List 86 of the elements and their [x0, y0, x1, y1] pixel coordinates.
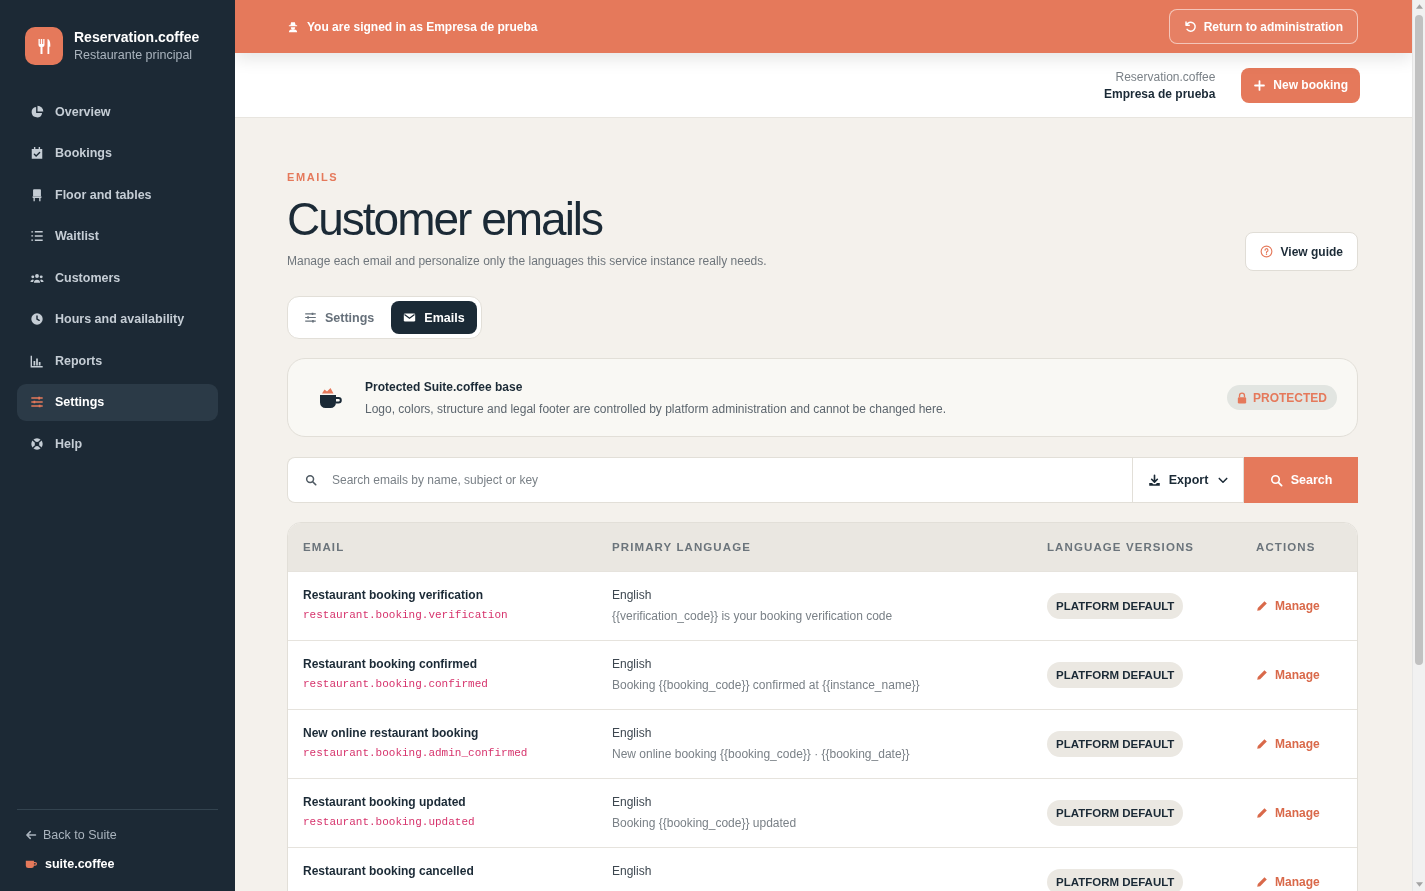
sidebar-item[interactable]: Customers [17, 259, 218, 296]
person-icon [287, 20, 299, 33]
version-badge: PLATFORM DEFAULT [1047, 593, 1184, 619]
pencil-icon [1256, 738, 1268, 750]
cup-icon [25, 859, 38, 869]
sidebar-item[interactable]: Help [17, 425, 218, 462]
back-link[interactable]: Back to Suite [17, 828, 117, 842]
search-field[interactable]: Search emails by name, subject or key [287, 457, 1132, 503]
scrollbar[interactable] [1412, 0, 1425, 891]
download-icon [1147, 473, 1161, 487]
view-guide-button[interactable]: View guide [1244, 232, 1358, 271]
pie-chart-icon [30, 104, 44, 119]
sidebar-item[interactable]: Settings [17, 383, 218, 421]
sliders-icon [30, 395, 44, 409]
pencil-icon [1256, 669, 1268, 681]
email-key: restaurant.booking.confirmed [303, 678, 488, 691]
email-subject: {{verification_code}} is your booking verification code [612, 609, 893, 623]
email-name: Restaurant booking cancelled [303, 864, 474, 878]
signed-in-message: You are signed in as Empresa de prueba [307, 19, 538, 34]
scroll-down-arrow-icon[interactable] [1415, 882, 1423, 887]
tab[interactable]: Emails [391, 301, 477, 334]
chevron-down-icon [1218, 476, 1229, 484]
undo-icon [1183, 20, 1197, 33]
plus-icon [1253, 78, 1267, 92]
version-badge: PLATFORM DEFAULT [1047, 662, 1184, 688]
export-button[interactable]: Export [1132, 457, 1244, 503]
page-title: Customer emails [287, 193, 603, 245]
column-header: ACTIONS [1256, 541, 1316, 553]
clock-icon [30, 312, 44, 326]
email-name: Restaurant booking verification [303, 588, 484, 602]
tab[interactable]: Settings [292, 301, 387, 334]
version-badge: PLATFORM DEFAULT [1047, 869, 1184, 891]
arrow-left-icon [25, 829, 37, 841]
language-name: English [612, 795, 652, 809]
email-name: Restaurant booking confirmed [303, 657, 478, 671]
pencil-icon [1256, 600, 1268, 612]
bar-chart-icon [30, 353, 44, 368]
sidebar-item[interactable]: Waitlist [17, 217, 218, 255]
email-key: restaurant.booking.admin_confirmed [303, 747, 528, 760]
language-name: English [612, 588, 652, 602]
page-subtitle: Manage each email and personalize only the languages this service instance really needs. [287, 253, 767, 269]
help-icon [1259, 245, 1273, 258]
column-header: LANGUAGE VERSIONS [1047, 541, 1195, 553]
search-icon [1269, 473, 1283, 487]
version-badge: PLATFORM DEFAULT [1047, 731, 1184, 757]
venue-name: Restaurante principal [74, 48, 193, 63]
lifebuoy-icon [30, 436, 44, 451]
lock-icon [1237, 391, 1247, 404]
sidebar-item[interactable]: Overview [17, 93, 218, 130]
pencil-icon [1256, 807, 1268, 819]
email-key: restaurant.booking.updated [303, 816, 475, 829]
app-name: Reservation.coffee [74, 29, 200, 46]
sliders-icon [304, 311, 317, 324]
protected-badge: PROTECTED [1227, 385, 1337, 410]
suite-link[interactable]: suite.coffee [17, 857, 115, 871]
sidebar-item[interactable]: Bookings [17, 134, 218, 172]
product-name: Reservation.coffee [1115, 69, 1216, 84]
language-name: English [612, 864, 652, 878]
section-label: EMAILS [287, 171, 339, 184]
version-badge: PLATFORM DEFAULT [1047, 800, 1184, 826]
search-icon [305, 474, 317, 486]
account-name: Empresa de prueba [1103, 86, 1216, 101]
scroll-up-arrow-icon[interactable] [1415, 4, 1423, 9]
scrollbar-thumb[interactable] [1415, 15, 1423, 665]
utensils-icon [25, 27, 63, 65]
calendar-icon [30, 146, 44, 160]
email-subject: Booking {{booking_code}} confirmed at {{instance_name}} [612, 678, 920, 692]
column-header: EMAIL [303, 541, 345, 553]
language-name: English [612, 657, 652, 671]
email-name: Restaurant booking updated [303, 795, 466, 809]
notice-title: Protected Suite.coffee base [365, 379, 523, 394]
list-icon [30, 229, 44, 243]
envelope-icon [403, 311, 417, 324]
email-subject: New online booking {{booking_code}} · {{booking_date}} [612, 747, 910, 761]
sidebar-item[interactable]: Hours and availability [17, 300, 218, 338]
notice-text: Logo, colors, structure and legal footer are controlled by platform administration and cannot be changed here. [365, 401, 946, 416]
language-name: English [612, 726, 652, 740]
email-key: restaurant.booking.verification [303, 609, 508, 622]
chair-icon [30, 187, 44, 202]
column-header: PRIMARY LANGUAGE [612, 541, 751, 553]
sidebar-item[interactable]: Floor and tables [17, 176, 218, 213]
email-name: New online restaurant booking [303, 726, 479, 740]
cup-icon [318, 386, 344, 409]
sidebar-item[interactable]: Reports [17, 342, 218, 379]
email-subject: Booking {{booking_code}} updated [612, 816, 797, 830]
pencil-icon [1256, 876, 1268, 888]
